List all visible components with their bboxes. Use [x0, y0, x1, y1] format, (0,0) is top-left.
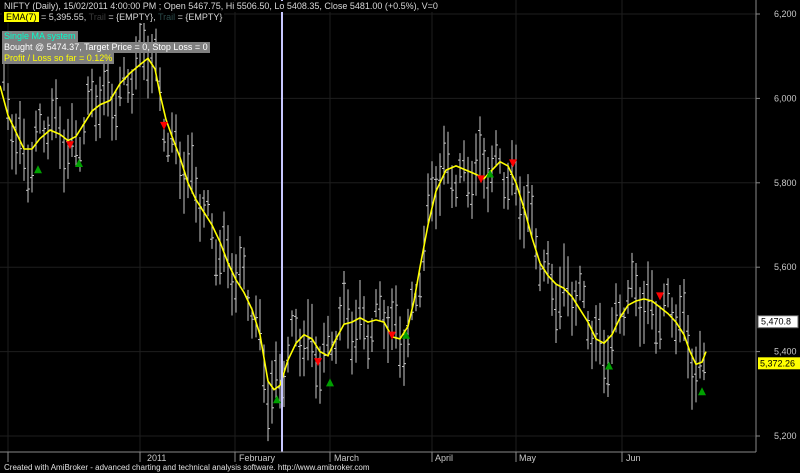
system-profit-loss: Profit / Loss so far = 0.12%: [2, 53, 115, 64]
y-tick-label: 6,200: [774, 9, 797, 19]
x-tick-label: Jun: [626, 453, 641, 463]
system-title: Single MA system: [2, 31, 78, 42]
empty-value-1: = {EMPTY},: [105, 12, 156, 22]
x-axis-background: [0, 452, 756, 463]
y-tick-label: 5,800: [774, 178, 797, 188]
ema-last-label: 5,372.26: [760, 358, 795, 368]
x-tick-label: May: [519, 453, 537, 463]
x-tick-label: April: [435, 453, 453, 463]
x-tick-label: March: [334, 453, 359, 463]
y-tick-label: 5,600: [774, 262, 797, 272]
system-bought: Bought @ 5474.37, Target Price = 0, Stop…: [2, 42, 210, 53]
last-price-label: 5,470.8: [761, 317, 791, 327]
ema-value: = 5,395.55,: [38, 12, 87, 22]
y-axis: 6,200 6,000 5,800 5,600 5,400 5,200 5,470.8 5,3…: [755, 0, 800, 463]
trail-label-1: Trail: [88, 12, 106, 22]
quote-header: NIFTY (Daily), 15/02/2011 4:00:00 PM ; O…: [2, 1, 440, 12]
empty-value-2: = {EMPTY}: [175, 12, 223, 22]
indicator-row: EMA(7) = 5,395.55, Trail = {EMPTY}, Trai…: [2, 12, 225, 23]
y-tick-label: 5,400: [774, 347, 797, 357]
x-tick-label: February: [239, 453, 276, 463]
footer-credit: Created with AmiBroker - advanced charti…: [0, 463, 800, 473]
x-axis: 2011 February March April May Jun: [0, 451, 756, 463]
x-tick-label: 2011: [147, 453, 166, 463]
y-tick-label: 6,000: [774, 93, 797, 103]
price-chart[interactable]: 2011 February March April May Jun 6,200 6,000 5…: [0, 0, 800, 473]
y-tick-label: 5,200: [774, 431, 797, 441]
y-axis-background: [756, 0, 800, 463]
ema-label: EMA(7): [4, 12, 39, 22]
trail-label-2: Trail: [157, 12, 176, 22]
